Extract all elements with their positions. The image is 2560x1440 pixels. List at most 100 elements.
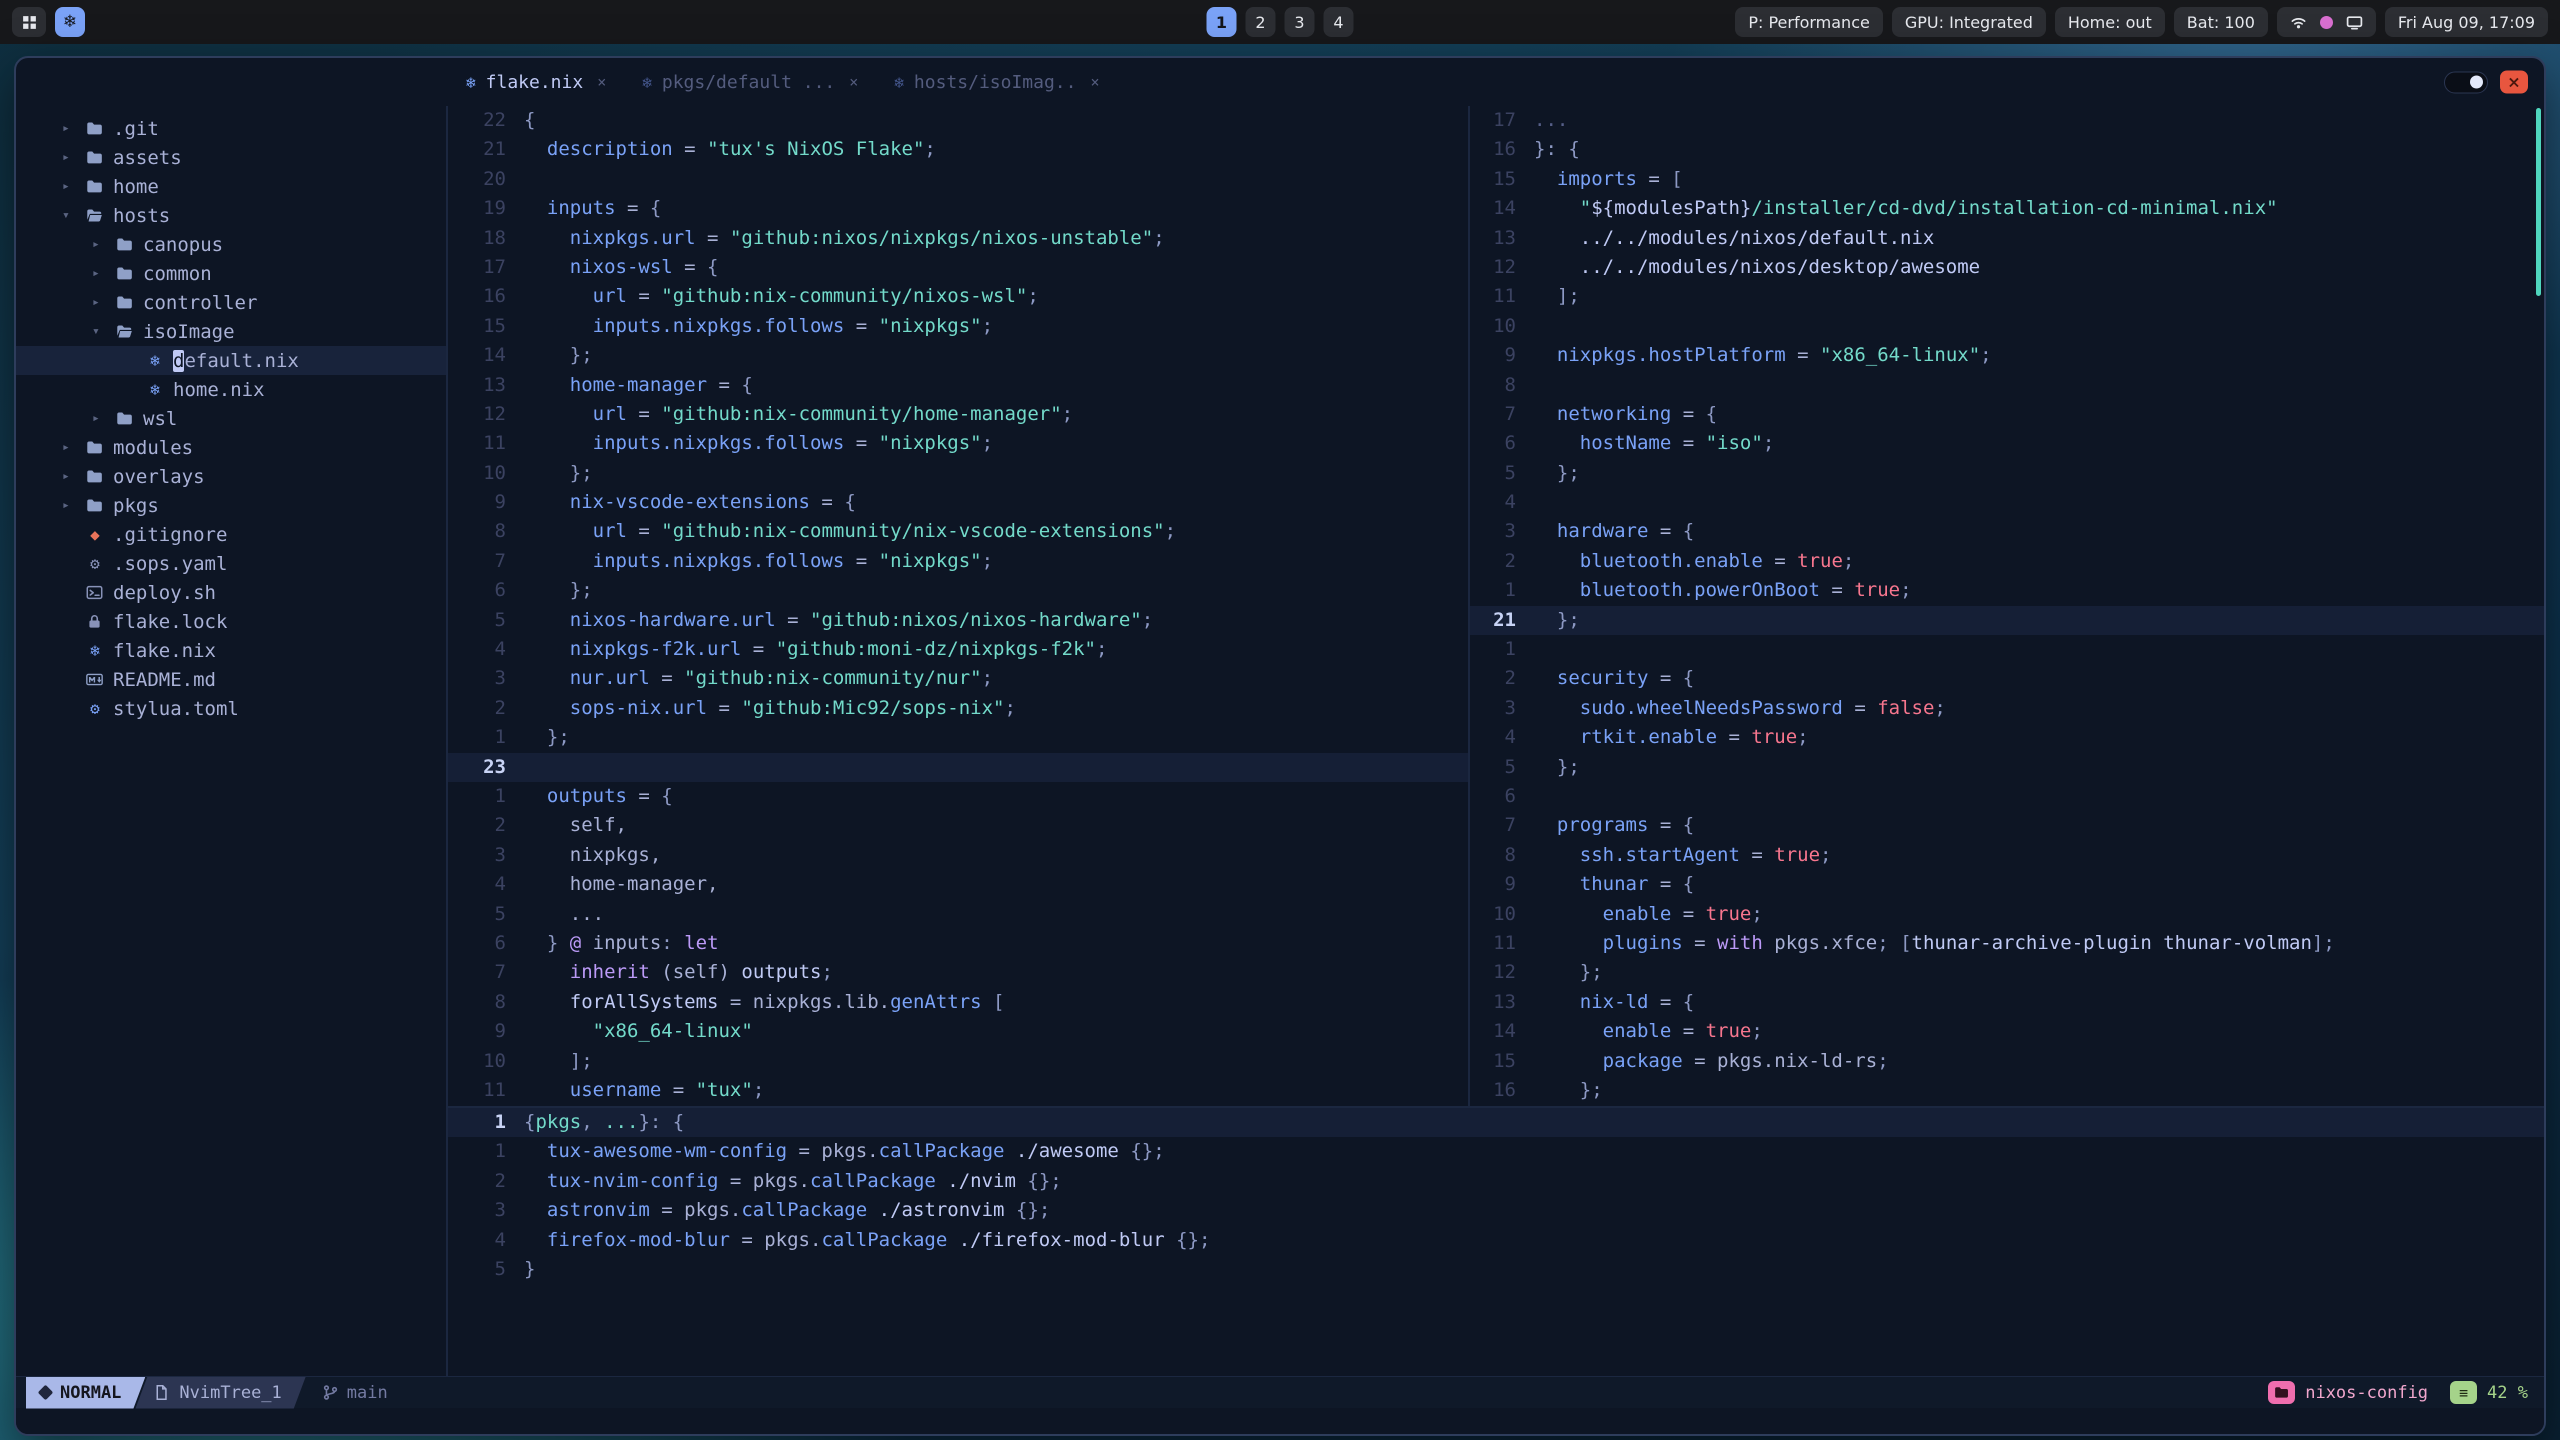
- code-line[interactable]: 1 bluetooth.powerOnBoot = true;: [1470, 576, 2544, 605]
- code-line[interactable]: 3 sudo.wheelNeedsPassword = false;: [1470, 694, 2544, 723]
- code-line[interactable]: 10 };: [448, 459, 1468, 488]
- code-line[interactable]: 11 username = "tux";: [448, 1076, 1468, 1105]
- code-line[interactable]: 15 imports = [: [1470, 165, 2544, 194]
- app-launcher-button[interactable]: [12, 7, 46, 37]
- code-line[interactable]: 2 sops-nix.url = "github:Mic92/sops-nix"…: [448, 694, 1468, 723]
- workspace-button-2[interactable]: 2: [1245, 7, 1276, 37]
- chevron-right-icon[interactable]: ▸: [92, 295, 116, 310]
- code-line[interactable]: 1: [1470, 635, 2544, 664]
- chevron-right-icon[interactable]: ▸: [62, 121, 86, 136]
- code-line[interactable]: 6 hostName = "iso";: [1470, 429, 2544, 458]
- chevron-right-icon[interactable]: ▸: [62, 440, 86, 455]
- code-line[interactable]: 3 hardware = {: [1470, 517, 2544, 546]
- tree-item-modules[interactable]: ▸ modules: [16, 433, 446, 462]
- code-line[interactable]: 10 ];: [448, 1047, 1468, 1076]
- code-line[interactable]: 7 networking = {: [1470, 400, 2544, 429]
- code-line[interactable]: 5 nixos-hardware.url = "github:nixos/nix…: [448, 606, 1468, 635]
- tab-close-icon[interactable]: ×: [1090, 73, 1099, 91]
- code-line[interactable]: 8: [1470, 371, 2544, 400]
- chevron-right-icon[interactable]: ▸: [92, 266, 116, 281]
- code-line[interactable]: 8 ssh.startAgent = true;: [1470, 841, 2544, 870]
- tree-item-isoImage[interactable]: ▾ isoImage: [16, 317, 446, 346]
- tree-item-controller[interactable]: ▸ controller: [16, 288, 446, 317]
- tab-hosts/isoImag..[interactable]: ❄ hosts/isoImag.. ×: [876, 58, 1117, 106]
- tree-item-stylua.toml[interactable]: ⚙ stylua.toml: [16, 694, 446, 723]
- code-line[interactable]: 15 package = pkgs.nix-ld-rs;: [1470, 1047, 2544, 1076]
- code-line[interactable]: 21 };: [1470, 605, 2544, 636]
- code-line[interactable]: 2 self,: [448, 811, 1468, 840]
- code-line[interactable]: 7 programs = {: [1470, 811, 2544, 840]
- code-line[interactable]: 10: [1470, 312, 2544, 341]
- chevron-right-icon[interactable]: ▸: [92, 237, 116, 252]
- code-line[interactable]: 3 astronvim = pkgs.callPackage ./astronv…: [448, 1196, 2544, 1225]
- tree-item-README.md[interactable]: README.md: [16, 665, 446, 694]
- code-line[interactable]: 6 };: [448, 576, 1468, 605]
- code-line[interactable]: 16}: {: [1470, 135, 2544, 164]
- code-line[interactable]: 13 home-manager = {: [448, 371, 1468, 400]
- code-line[interactable]: 17 nixos-wsl = {: [448, 253, 1468, 282]
- code-line[interactable]: 6 } @ inputs: let: [448, 929, 1468, 958]
- code-line[interactable]: 1 {pkgs, ...}: {: [448, 1108, 2544, 1138]
- code-line[interactable]: 11 inputs.nixpkgs.follows = "nixpkgs";: [448, 429, 1468, 458]
- code-line[interactable]: 9 nix-vscode-extensions = {: [448, 488, 1468, 517]
- tree-item-pkgs[interactable]: ▸ pkgs: [16, 491, 446, 520]
- code-line[interactable]: 1 };: [448, 723, 1468, 752]
- chevron-right-icon[interactable]: ▸: [62, 150, 86, 165]
- scrollbar-thumb[interactable]: [2536, 108, 2541, 296]
- code-line[interactable]: 13 ../../modules/nixos/default.nix: [1470, 224, 2544, 253]
- tab-close-icon[interactable]: ×: [597, 73, 606, 91]
- tree-item-canopus[interactable]: ▸ canopus: [16, 230, 446, 259]
- tree-item-common[interactable]: ▸ common: [16, 259, 446, 288]
- tab-flake.nix[interactable]: ❄ flake.nix ×: [448, 58, 624, 106]
- workspace-button-1[interactable]: 1: [1206, 7, 1237, 37]
- tree-item-.git[interactable]: ▸ .git: [16, 114, 446, 143]
- code-line[interactable]: 17...: [1470, 106, 2544, 135]
- code-line[interactable]: 14 enable = true;: [1470, 1017, 2544, 1046]
- code-line[interactable]: 8 forAllSystems = nixpkgs.lib.genAttrs [: [448, 988, 1468, 1017]
- tree-item-assets[interactable]: ▸ assets: [16, 143, 446, 172]
- code-line[interactable]: 4 firefox-mod-blur = pkgs.callPackage ./…: [448, 1226, 2544, 1255]
- code-line[interactable]: 16 url = "github:nix-community/nixos-wsl…: [448, 282, 1468, 311]
- code-line[interactable]: 21 description = "tux's NixOS Flake";: [448, 135, 1468, 164]
- tab-pkgs/default ...[interactable]: ❄ pkgs/default ... ×: [624, 58, 876, 106]
- code-line[interactable]: 1 outputs = {: [448, 782, 1468, 811]
- tab-close-icon[interactable]: ×: [849, 73, 858, 91]
- code-line[interactable]: 9 nixpkgs.hostPlatform = "x86_64-linux";: [1470, 341, 2544, 370]
- code-line[interactable]: 19 inputs = {: [448, 194, 1468, 223]
- tree-item-overlays[interactable]: ▸ overlays: [16, 462, 446, 491]
- workspace-button-4[interactable]: 4: [1323, 7, 1354, 37]
- code-line[interactable]: 23: [448, 752, 1468, 782]
- code-line[interactable]: 11 plugins = with pkgs.xfce; [thunar-arc…: [1470, 929, 2544, 958]
- code-line[interactable]: 14 "${modulesPath}/installer/cd-dvd/inst…: [1470, 194, 2544, 223]
- code-line[interactable]: 5 ...: [448, 900, 1468, 929]
- code-line[interactable]: 4 home-manager,: [448, 870, 1468, 899]
- tree-item-default.nix[interactable]: ❄ default.nix: [16, 346, 446, 375]
- code-line[interactable]: 11 ];: [1470, 282, 2544, 311]
- code-line[interactable]: 5 };: [1470, 459, 2544, 488]
- workspace-button-3[interactable]: 3: [1284, 7, 1315, 37]
- tree-item-hosts[interactable]: ▾ hosts: [16, 201, 446, 230]
- code-line[interactable]: 4 nixpkgs-f2k.url = "github:moni-dz/nixp…: [448, 635, 1468, 664]
- chevron-right-icon[interactable]: ▸: [62, 179, 86, 194]
- code-line[interactable]: 8 url = "github:nix-community/nix-vscode…: [448, 517, 1468, 546]
- code-line[interactable]: 4 rtkit.enable = true;: [1470, 723, 2544, 752]
- code-line[interactable]: 7 inputs.nixpkgs.follows = "nixpkgs";: [448, 547, 1468, 576]
- code-line[interactable]: 15 inputs.nixpkgs.follows = "nixpkgs";: [448, 312, 1468, 341]
- code-line[interactable]: 9 thunar = {: [1470, 870, 2544, 899]
- code-line[interactable]: 12 };: [1470, 958, 2544, 987]
- code-line[interactable]: 2 security = {: [1470, 664, 2544, 693]
- display-icon[interactable]: [2346, 14, 2363, 31]
- chevron-down-icon[interactable]: ▾: [92, 324, 116, 339]
- tree-item-flake.lock[interactable]: flake.lock: [16, 607, 446, 636]
- code-line[interactable]: 14 };: [448, 341, 1468, 370]
- code-line[interactable]: 18 nixpkgs.url = "github:nixos/nixpkgs/n…: [448, 224, 1468, 253]
- code-line[interactable]: 5}: [448, 1255, 2544, 1284]
- chevron-right-icon[interactable]: ▸: [62, 469, 86, 484]
- code-line[interactable]: 13 nix-ld = {: [1470, 988, 2544, 1017]
- window-close-button[interactable]: ×: [2500, 70, 2528, 94]
- tree-item-home[interactable]: ▸ home: [16, 172, 446, 201]
- code-line[interactable]: 4: [1470, 488, 2544, 517]
- code-line[interactable]: 3 nixpkgs,: [448, 841, 1468, 870]
- tree-item-wsl[interactable]: ▸ wsl: [16, 404, 446, 433]
- code-line[interactable]: 10 enable = true;: [1470, 900, 2544, 929]
